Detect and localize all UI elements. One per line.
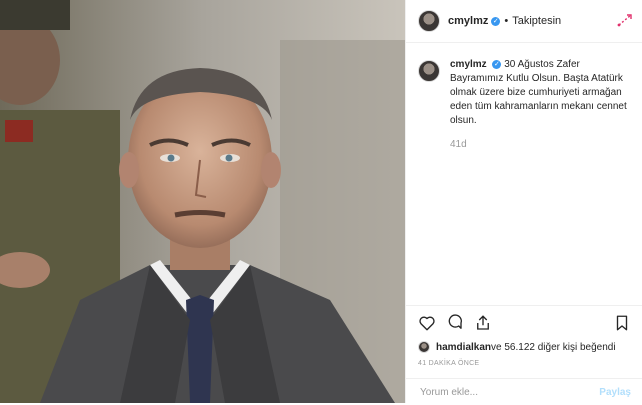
post-actions: hamdialkan ve 56.122 diğer kişi beğendi … (406, 305, 642, 404)
post-comment-button[interactable]: Paylaş (599, 387, 631, 398)
heart-icon[interactable] (418, 314, 436, 332)
liker-username[interactable]: hamdialkan (436, 342, 491, 353)
verified-badge-icon: ✓ (492, 59, 502, 69)
verified-badge-icon: ✓ (491, 16, 501, 26)
caption-username[interactable]: cmylmz (450, 59, 487, 70)
instagram-post: cmylmz ✓ • Takiptesin cmylmz ✓ 30 Ağusto… (0, 0, 642, 403)
caption-body: cmylmz ✓ 30 Ağustos Zafer Bayramımız Kut… (450, 58, 630, 152)
bookmark-icon[interactable] (613, 314, 631, 332)
likes-count-text: ve 56.122 diğer kişi beğendi (491, 341, 616, 353)
post-side-panel: cmylmz ✓ • Takiptesin cmylmz ✓ 30 Ağusto… (405, 0, 642, 403)
post-caption: cmylmz ✓ 30 Ağustos Zafer Bayramımız Kut… (418, 58, 633, 152)
avatar[interactable] (418, 10, 440, 32)
more-icon[interactable] (617, 13, 633, 27)
comment-input[interactable] (418, 385, 582, 399)
comment-icon[interactable] (446, 314, 464, 332)
post-timestamp[interactable]: 41 DAKİKA ÖNCE (418, 360, 479, 367)
follow-status[interactable]: Takiptesin (512, 15, 561, 27)
post-photo[interactable] (0, 0, 405, 403)
caption-avatar[interactable] (418, 60, 440, 82)
caption-time[interactable]: 41d (450, 138, 630, 152)
liker-avatar[interactable] (418, 341, 430, 353)
comment-bar: Paylaş (406, 378, 642, 405)
header-username[interactable]: cmylmz (448, 15, 488, 27)
portrait-image (0, 0, 405, 403)
share-icon[interactable] (474, 314, 492, 332)
likes-summary[interactable]: hamdialkan ve 56.122 diğer kişi beğendi (418, 341, 616, 353)
post-header: cmylmz ✓ • Takiptesin (406, 0, 642, 43)
header-separator: • (504, 15, 509, 27)
